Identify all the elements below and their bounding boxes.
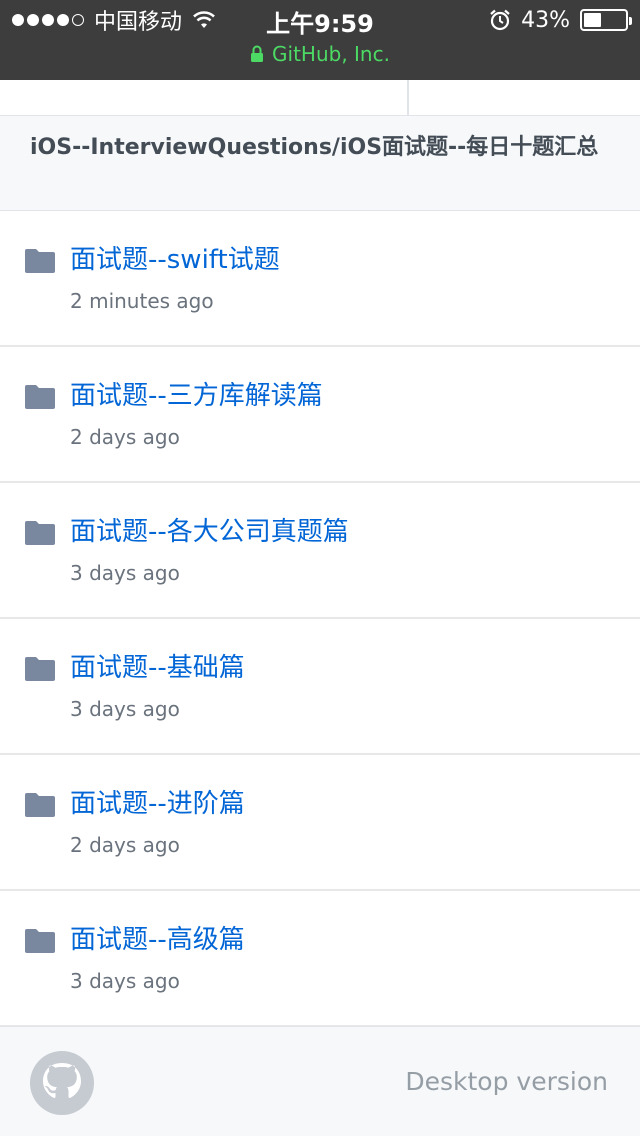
folder-link[interactable]: 面试题--基础篇 xyxy=(70,647,245,684)
url-label: GitHub, Inc. xyxy=(272,42,390,66)
updated-time: 2 days ago xyxy=(70,833,180,857)
folder-link[interactable]: 面试题--进阶篇 xyxy=(70,783,245,820)
battery-percent: 43% xyxy=(521,7,570,33)
folder-icon xyxy=(25,521,55,545)
secure-url[interactable]: GitHub, Inc. xyxy=(0,42,640,66)
folder-icon xyxy=(25,793,55,817)
breadcrumb: iOS--InterviewQuestions/iOS面试题--每日十题汇总 xyxy=(0,116,640,211)
status-bar: 中国移动 上午9:59 43% GitHub, Inc. xyxy=(0,0,640,80)
status-right: 43% xyxy=(489,6,632,34)
battery-icon xyxy=(580,9,632,31)
folder-icon xyxy=(25,249,55,273)
list-item[interactable]: 面试题--基础篇 3 days ago xyxy=(0,619,640,755)
tab-divider xyxy=(407,80,409,116)
folder-icon xyxy=(25,385,55,409)
folder-link[interactable]: 面试题--高级篇 xyxy=(70,919,245,956)
list-item[interactable]: 面试题--swift试题 2 minutes ago xyxy=(0,211,640,347)
list-item[interactable]: 面试题--各大公司真题篇 3 days ago xyxy=(0,483,640,619)
updated-time: 3 days ago xyxy=(70,969,180,993)
updated-time: 3 days ago xyxy=(70,561,180,585)
folder-link[interactable]: 面试题--各大公司真题篇 xyxy=(70,511,349,548)
list-item[interactable]: 面试题--进阶篇 2 days ago xyxy=(0,755,640,891)
list-item[interactable]: 面试题--高级篇 3 days ago xyxy=(0,891,640,1027)
battery-fill xyxy=(584,13,602,27)
folder-icon xyxy=(25,929,55,953)
list-item[interactable]: 面试题--三方库解读篇 2 days ago xyxy=(0,347,640,483)
folder-link[interactable]: 面试题--三方库解读篇 xyxy=(70,375,323,412)
alarm-clock-icon xyxy=(490,9,510,31)
updated-time: 2 minutes ago xyxy=(70,289,214,313)
github-octocat-icon[interactable] xyxy=(30,1051,94,1115)
desktop-version-link[interactable]: Desktop version xyxy=(405,1067,608,1096)
folder-icon xyxy=(25,657,55,681)
top-tab-strip xyxy=(0,80,640,116)
footer: Desktop version xyxy=(0,1026,640,1136)
updated-time: 2 days ago xyxy=(70,425,180,449)
updated-time: 3 days ago xyxy=(70,697,180,721)
lock-icon xyxy=(251,45,264,62)
folder-link[interactable]: 面试题--swift试题 xyxy=(70,239,280,276)
file-list: 面试题--swift试题 2 minutes ago 面试题--三方库解读篇 2… xyxy=(0,211,640,1027)
